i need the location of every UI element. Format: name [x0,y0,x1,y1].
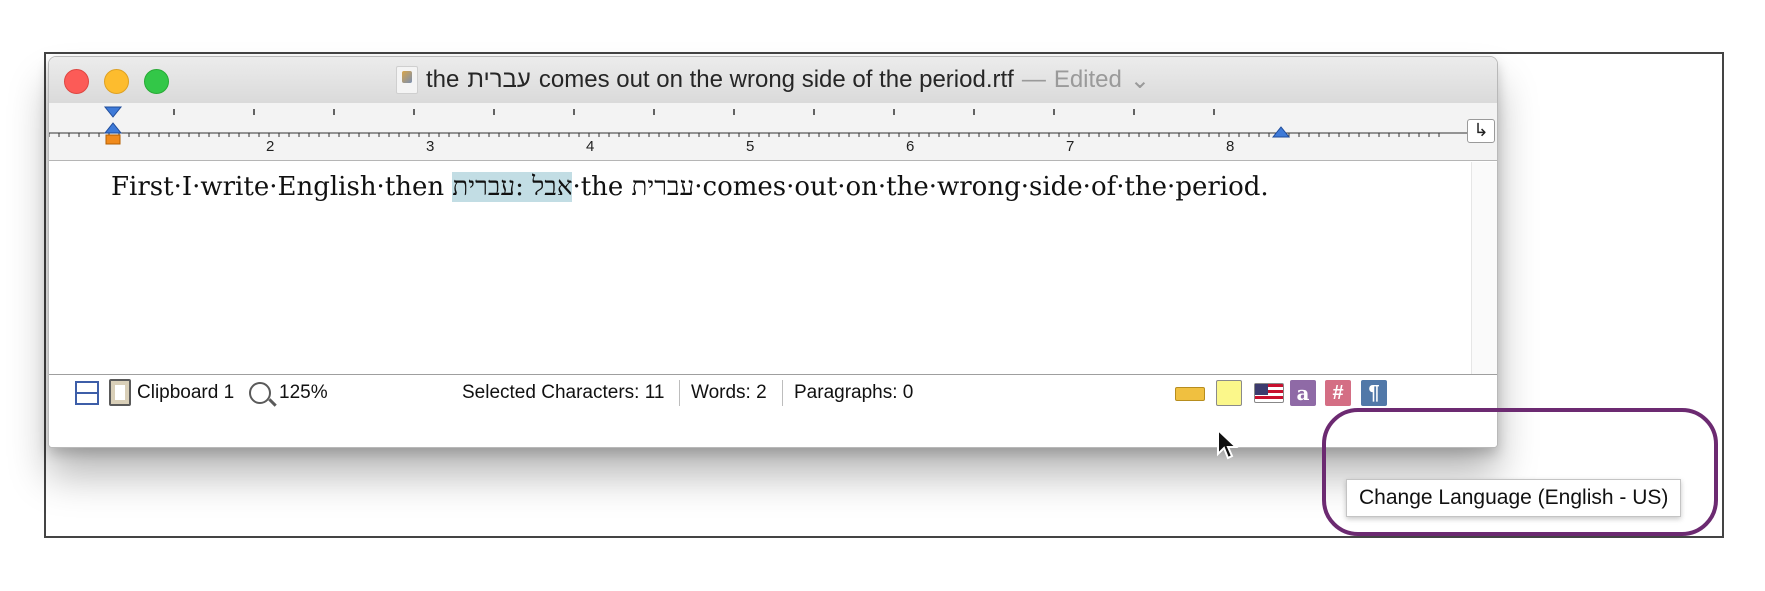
grid-hash-icon[interactable]: # [1325,380,1351,406]
divider [782,380,783,406]
split-view-icon[interactable] [75,375,99,410]
close-button[interactable] [64,69,89,94]
ruler-number: 2 [266,138,275,155]
clipboard-label: Clipboard 1 [137,381,235,403]
ruler-number: 6 [906,138,915,155]
document-text: First·I·write·English·then אבל :עברית·th… [111,172,1269,202]
ruler[interactable]: 2 3 4 5 6 7 8 ↳ [49,103,1497,161]
ruler-number: 7 [1066,138,1075,155]
rtf-document-icon[interactable] [396,66,419,94]
zoom-level: 125% [279,381,328,403]
magnifier-icon [249,381,271,404]
titlebar[interactable]: the עברית comes out on the wrong side of… [49,57,1497,103]
title-hebrew: עברית [467,66,531,93]
ruler-number: 8 [1226,138,1235,155]
return-arrow-button[interactable]: ↳ [1467,119,1495,143]
pilcrow-icon[interactable]: ¶ [1361,380,1387,406]
ruler-icon[interactable] [1175,387,1205,401]
language-flag-icon[interactable] [1254,383,1284,403]
word-count: Words: 2 [691,381,767,403]
vertical-scrollbar[interactable] [1471,162,1497,374]
text-after-selection: ·the עברית·comes·out·on·the·wrong·side·o… [572,172,1269,202]
text-editor[interactable]: First·I·write·English·then אבל :עברית·th… [49,162,1497,374]
title-dash: — [1021,66,1046,93]
selected-text: אבל :עברית [452,172,573,202]
window-title: the עברית comes out on the wrong side of… [396,66,1150,95]
selected-characters: Selected Characters: 11 [462,381,665,403]
document-window: the עברית comes out on the wrong side of… [48,56,1498,448]
title-prefix: the [426,66,460,93]
ruler-number: 5 [746,138,755,155]
title-suffix: comes out on the wrong side of the perio… [538,66,1014,93]
ruler-number: 4 [586,138,595,155]
paragraph-count: Paragraphs: 0 [794,381,914,403]
minimize-button[interactable] [104,69,129,94]
zoom-control[interactable]: 125% [249,375,328,410]
chevron-down-icon[interactable]: ⌄ [1130,66,1150,95]
title-edited-status[interactable]: Edited [1054,66,1122,94]
language-tooltip: Change Language (English - US) [1346,479,1682,517]
font-a-icon[interactable]: a [1290,380,1316,406]
text-before-selection: First·I·write·English·then [111,172,453,202]
clipboard-button[interactable]: Clipboard 1 [109,375,234,410]
mouse-pointer-icon [1217,428,1239,460]
ruler-ticks [49,106,1469,145]
clipboard-icon [109,379,131,406]
ruler-number: 3 [426,138,435,155]
zoom-button[interactable] [144,69,169,94]
status-bar: Clipboard 1 125% Selected Characters: 11… [49,374,1497,447]
divider [679,380,680,406]
text-color-icon[interactable] [1216,380,1242,406]
